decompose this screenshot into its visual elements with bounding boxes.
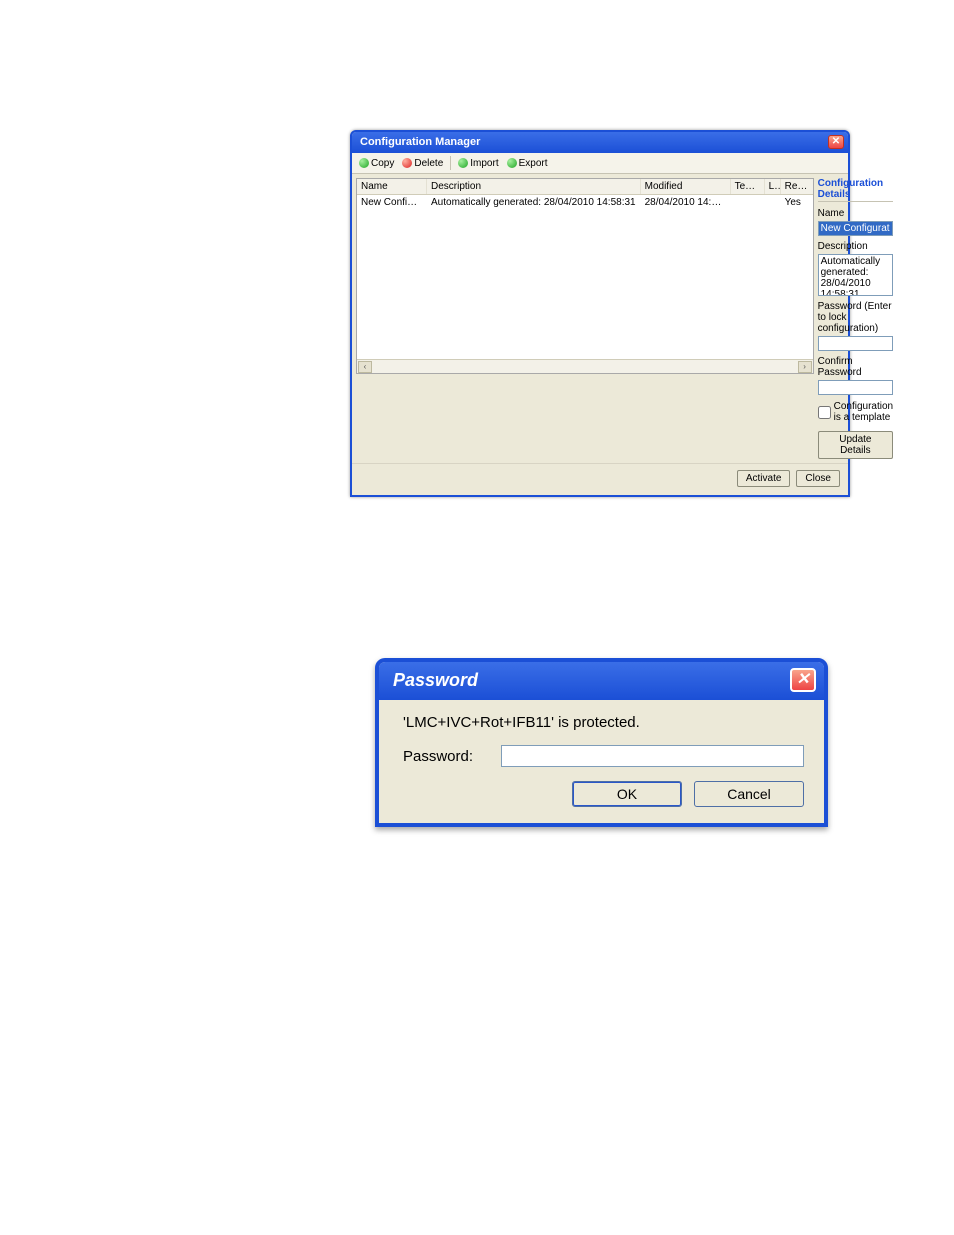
password-dialog: Password ✕ 'LMC+IVC+Rot+IFB11' is protec… — [375, 658, 828, 827]
config-grid[interactable]: Name Description Modified Templ... L... … — [356, 178, 814, 374]
pw-input-row: Password: — [403, 745, 804, 767]
cm-titlebar[interactable]: Configuration Manager ✕ — [352, 132, 848, 153]
confirm-password-field[interactable] — [818, 380, 893, 395]
col-l[interactable]: L... — [765, 179, 781, 194]
name-field[interactable] — [818, 221, 893, 236]
close-icon[interactable]: ✕ — [790, 668, 816, 692]
cell-l — [765, 195, 781, 210]
delete-label: Delete — [414, 158, 443, 169]
import-label: Import — [470, 158, 498, 169]
cell-modified: 28/04/2010 14:59:00 — [641, 195, 731, 210]
table-row[interactable]: New Configuration Automatically generate… — [357, 195, 813, 210]
import-button[interactable]: Import — [455, 157, 501, 170]
template-checkbox-row[interactable]: Configuration is a template — [818, 401, 893, 423]
cm-body: Name Description Modified Templ... L... … — [352, 174, 848, 463]
cell-name: New Configuration — [357, 195, 427, 210]
col-read[interactable]: Read... — [781, 179, 813, 194]
copy-label: Copy — [371, 158, 394, 169]
close-icon[interactable]: ✕ — [828, 135, 844, 149]
description-field[interactable] — [818, 254, 893, 296]
delete-icon — [402, 158, 412, 168]
name-label: Name — [818, 208, 893, 219]
cm-toolbar: Copy Delete Import Export — [352, 153, 848, 174]
password-label: Password (Enter to lock configuration) — [818, 301, 893, 334]
cancel-button[interactable]: Cancel — [694, 781, 804, 807]
col-description[interactable]: Description — [427, 179, 641, 194]
scroll-right-icon[interactable]: › — [798, 361, 812, 373]
template-checkbox-label: Configuration is a template — [834, 401, 893, 423]
pw-label: Password: — [403, 748, 489, 765]
details-title: Configuration Details — [818, 178, 893, 202]
cell-template — [731, 195, 765, 210]
copy-button[interactable]: Copy — [356, 157, 397, 170]
delete-button[interactable]: Delete — [399, 157, 446, 170]
col-name[interactable]: Name — [357, 179, 427, 194]
export-label: Export — [519, 158, 548, 169]
cell-description: Automatically generated: 28/04/2010 14:5… — [427, 195, 641, 210]
pw-input[interactable] — [501, 745, 804, 767]
col-modified[interactable]: Modified — [641, 179, 731, 194]
copy-icon — [359, 158, 369, 168]
export-button[interactable]: Export — [504, 157, 551, 170]
horizontal-scrollbar[interactable]: ‹ › — [357, 359, 813, 373]
import-icon — [458, 158, 468, 168]
pw-title-text: Password — [393, 670, 478, 691]
col-template[interactable]: Templ... — [731, 179, 765, 194]
export-icon — [507, 158, 517, 168]
pw-titlebar[interactable]: Password ✕ — [379, 662, 824, 700]
pw-button-row: OK Cancel — [403, 781, 804, 807]
ok-button[interactable]: OK — [572, 781, 682, 807]
update-details-button[interactable]: Update Details — [818, 431, 893, 459]
configuration-details-panel: Configuration Details Name Description P… — [818, 178, 893, 459]
pw-message: 'LMC+IVC+Rot+IFB11' is protected. — [403, 714, 804, 731]
password-field[interactable] — [818, 336, 893, 351]
template-checkbox[interactable] — [818, 406, 831, 419]
close-button[interactable]: Close — [796, 470, 840, 487]
scroll-left-icon[interactable]: ‹ — [358, 361, 372, 373]
activate-button[interactable]: Activate — [737, 470, 791, 487]
grid-header: Name Description Modified Templ... L... … — [357, 179, 813, 195]
description-label: Description — [818, 241, 893, 252]
cell-read: Yes — [781, 195, 813, 210]
cm-title-text: Configuration Manager — [360, 136, 480, 148]
confirm-password-label: Confirm Password — [818, 356, 893, 378]
cm-footer: Activate Close — [352, 463, 848, 495]
toolbar-separator — [450, 156, 451, 170]
configuration-manager-window: Configuration Manager ✕ Copy Delete Impo… — [350, 130, 850, 497]
pw-body: 'LMC+IVC+Rot+IFB11' is protected. Passwo… — [379, 700, 824, 823]
